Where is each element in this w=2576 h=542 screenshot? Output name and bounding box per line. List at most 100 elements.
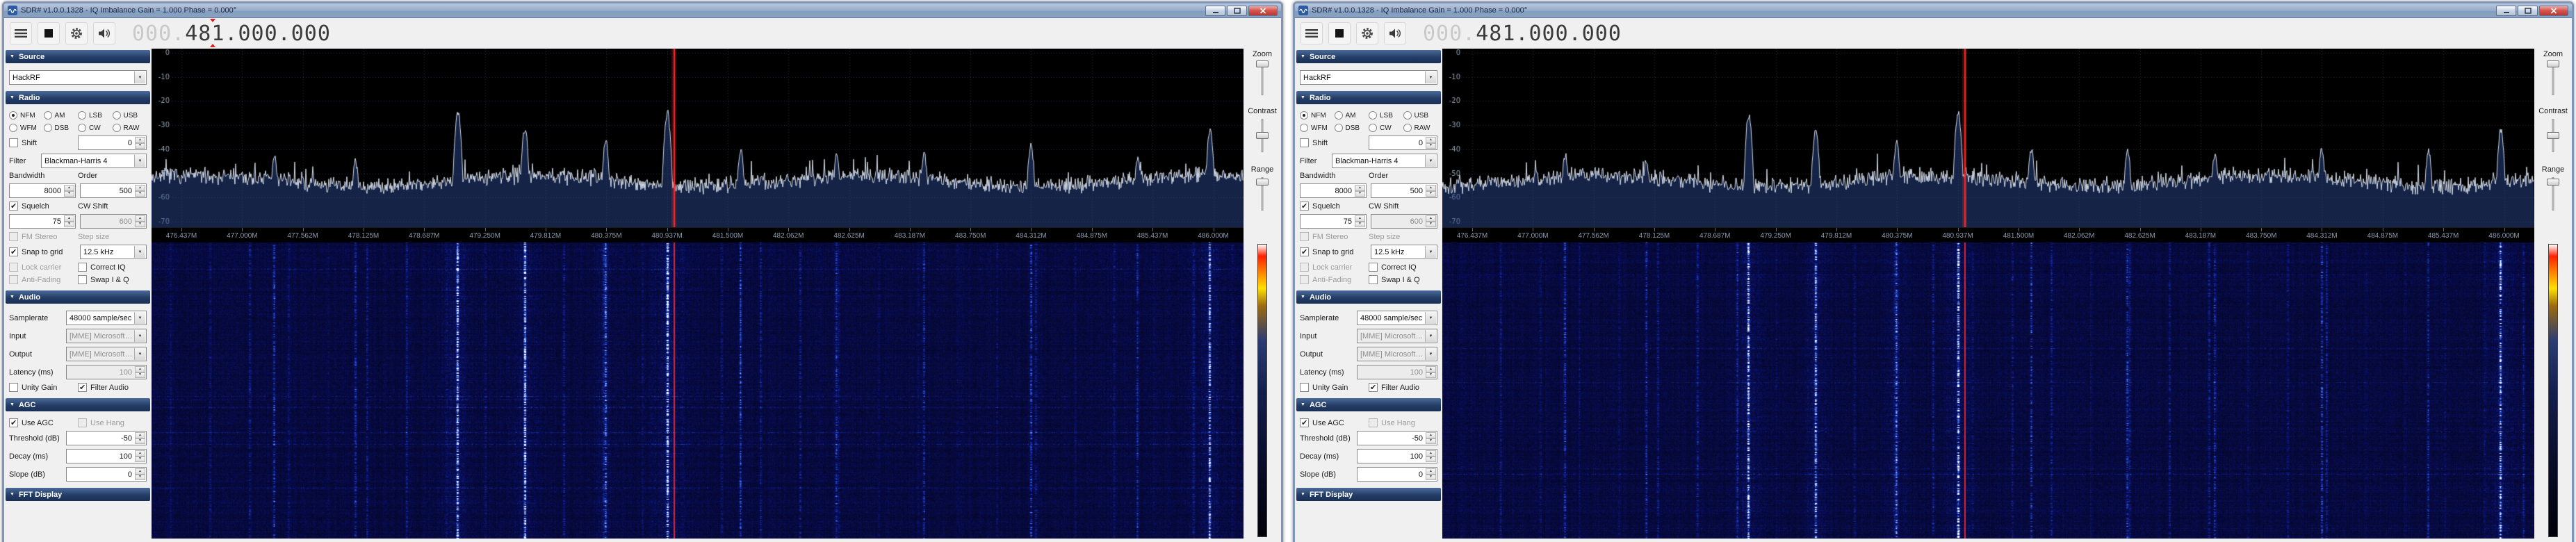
spinner-down-icon[interactable]: ▼ (1355, 222, 1365, 228)
order-input[interactable]: 500 ▲▼ (80, 183, 147, 198)
mode-radio-nfm[interactable]: NFM (9, 111, 44, 120)
chevron-down-icon[interactable]: ▼ (134, 72, 145, 83)
audio-input-select[interactable]: [MME] Microsoft Soun▼ (66, 329, 147, 343)
step-size-select[interactable]: 12.5 kHz ▼ (80, 245, 147, 259)
chevron-down-icon[interactable]: ▼ (134, 246, 145, 258)
spinner-up-icon[interactable]: ▲ (135, 185, 145, 191)
lock-carrier-checkbox[interactable]: Lock carrier (1300, 263, 1352, 272)
spinner-down-icon[interactable]: ▼ (135, 143, 145, 149)
swap-iq-checkbox[interactable]: Swap I & Q (1369, 275, 1420, 284)
fm-stereo-checkbox[interactable]: FM Stereo (1300, 232, 1348, 241)
contrast-slider[interactable] (2545, 117, 2561, 154)
spinner-up-icon[interactable]: ▲ (1426, 468, 1436, 475)
slider-thumb[interactable] (1256, 132, 1269, 139)
spinner-up-icon[interactable]: ▲ (1426, 215, 1436, 222)
unity-gain-checkbox[interactable]: Unity Gain (9, 383, 57, 392)
chevron-down-icon[interactable]: ▼ (134, 155, 145, 167)
samplerate-select[interactable]: 48000 sample/sec▼ (66, 311, 147, 325)
spinner-up-icon[interactable]: ▲ (1426, 450, 1436, 457)
frequency-leading-zeros[interactable]: 000. (1423, 22, 1476, 46)
fm-stereo-checkbox[interactable]: FM Stereo (9, 232, 57, 241)
spinner-down-icon[interactable]: ▼ (64, 191, 74, 197)
spinner-up-icon[interactable]: ▲ (1355, 215, 1365, 222)
slider-thumb[interactable] (2547, 179, 2559, 186)
mode-radio-wfm[interactable]: WFM (1300, 124, 1335, 132)
decay-input[interactable]: 100 ▲▼ (66, 449, 147, 463)
squelch-checkbox[interactable]: Squelch (1300, 202, 1340, 211)
agc-panel-header[interactable]: ▼ AGC (1296, 398, 1441, 411)
bandwidth-input[interactable]: 8000 ▲▼ (1300, 183, 1367, 198)
step-size-select[interactable]: 12.5 kHz ▼ (1371, 245, 1437, 259)
spinner-up-icon[interactable]: ▲ (135, 468, 145, 475)
chevron-down-icon[interactable]: ▼ (1425, 155, 1436, 167)
anti-fading-checkbox[interactable]: Anti-Fading (9, 275, 60, 284)
spinner-up-icon[interactable]: ▲ (64, 215, 74, 222)
slider-thumb[interactable] (2547, 60, 2559, 67)
stop-button[interactable] (38, 22, 60, 44)
spinner-down-icon[interactable]: ▼ (1426, 438, 1436, 445)
filter-select[interactable]: Blackman-Harris 4 ▼ (1332, 154, 1437, 168)
menu-button[interactable] (1301, 22, 1323, 44)
maximize-button[interactable] (2518, 6, 2538, 16)
use-agc-checkbox[interactable]: Use AGC (9, 418, 54, 427)
spinner-down-icon[interactable]: ▼ (1426, 372, 1436, 379)
spinner-up-icon[interactable]: ▲ (135, 432, 145, 438)
correct-iq-checkbox[interactable]: Correct IQ (78, 263, 126, 272)
frequency-scale[interactable]: 476.437M477.000M477.562M478.125M478.687M… (152, 227, 1244, 243)
contrast-slider[interactable] (1255, 117, 1270, 154)
audio-button[interactable] (93, 22, 115, 44)
latency-input[interactable]: 100 ▲▼ (66, 365, 147, 379)
close-button[interactable] (1248, 6, 1278, 16)
audio-output-select[interactable]: [MME] Microsoft Soun▼ (1357, 347, 1437, 361)
use-hang-checkbox[interactable]: Use Hang (1369, 418, 1415, 427)
frequency-value[interactable]: 481.000.000 (1476, 22, 1622, 46)
slider-thumb[interactable] (2547, 132, 2559, 139)
slider-thumb[interactable] (1256, 179, 1269, 186)
spinner-down-icon[interactable]: ▼ (1426, 191, 1436, 197)
waterfall-display[interactable] (1442, 243, 2534, 539)
frequency-display[interactable]: 000.481.000.000 (132, 22, 331, 46)
settings-button[interactable] (65, 22, 88, 44)
use-agc-checkbox[interactable]: Use AGC (1300, 418, 1344, 427)
samplerate-select[interactable]: 48000 sample/sec▼ (1357, 311, 1437, 325)
slider-thumb[interactable] (1256, 60, 1269, 67)
mode-radio-nfm[interactable]: NFM (1300, 111, 1335, 120)
squelch-checkbox[interactable]: Squelch (9, 202, 49, 211)
swap-iq-checkbox[interactable]: Swap I & Q (78, 275, 129, 284)
chevron-down-icon[interactable]: ▼ (1425, 246, 1436, 258)
latency-input[interactable]: 100 ▲▼ (1357, 365, 1437, 379)
minimize-button[interactable] (2496, 6, 2516, 16)
spinner-up-icon[interactable]: ▲ (135, 137, 145, 143)
slope-input[interactable]: 0 ▲▼ (66, 467, 147, 482)
use-hang-checkbox[interactable]: Use Hang (78, 418, 124, 427)
spinner-down-icon[interactable]: ▼ (135, 372, 145, 379)
anti-fading-checkbox[interactable]: Anti-Fading (1300, 275, 1351, 284)
squelch-input[interactable]: 75 ▲▼ (1300, 214, 1367, 229)
mode-radio-am[interactable]: AM (44, 111, 79, 120)
spinner-down-icon[interactable]: ▼ (1426, 457, 1436, 463)
squelch-input[interactable]: 75 ▲▼ (9, 214, 76, 229)
agc-panel-header[interactable]: ▼ AGC (6, 398, 150, 411)
audio-output-select[interactable]: [MME] Microsoft Soun▼ (66, 347, 147, 361)
frequency-leading-zeros[interactable]: 000. (132, 22, 185, 46)
waterfall-display[interactable] (152, 243, 1244, 539)
filter-audio-checkbox[interactable]: Filter Audio (1369, 383, 1419, 392)
mode-radio-wfm[interactable]: WFM (9, 124, 44, 132)
spinner-down-icon[interactable]: ▼ (1426, 475, 1436, 481)
chevron-down-icon[interactable]: ▼ (1425, 312, 1436, 324)
frequency-display[interactable]: 000.481.000.000 (1423, 22, 1622, 46)
range-slider[interactable] (2545, 176, 2561, 212)
spectrum-display[interactable] (1442, 49, 2534, 227)
zoom-slider[interactable] (1255, 60, 1270, 97)
source-panel-header[interactable]: ▼ Source (1296, 50, 1441, 63)
shift-checkbox[interactable]: Shift (1300, 138, 1328, 147)
filter-select[interactable]: Blackman-Harris 4 ▼ (41, 154, 147, 168)
chevron-down-icon[interactable]: ▼ (1425, 348, 1436, 360)
chevron-down-icon[interactable]: ▼ (1425, 330, 1436, 342)
source-device-select[interactable]: HackRF ▼ (1300, 70, 1437, 85)
spinner-up-icon[interactable]: ▲ (1426, 432, 1436, 438)
mode-radio-lsb[interactable]: LSB (78, 111, 113, 120)
radio-panel-header[interactable]: ▼ Radio (6, 91, 150, 104)
spectrum-display[interactable] (152, 49, 1244, 227)
settings-button[interactable] (1356, 22, 1378, 44)
